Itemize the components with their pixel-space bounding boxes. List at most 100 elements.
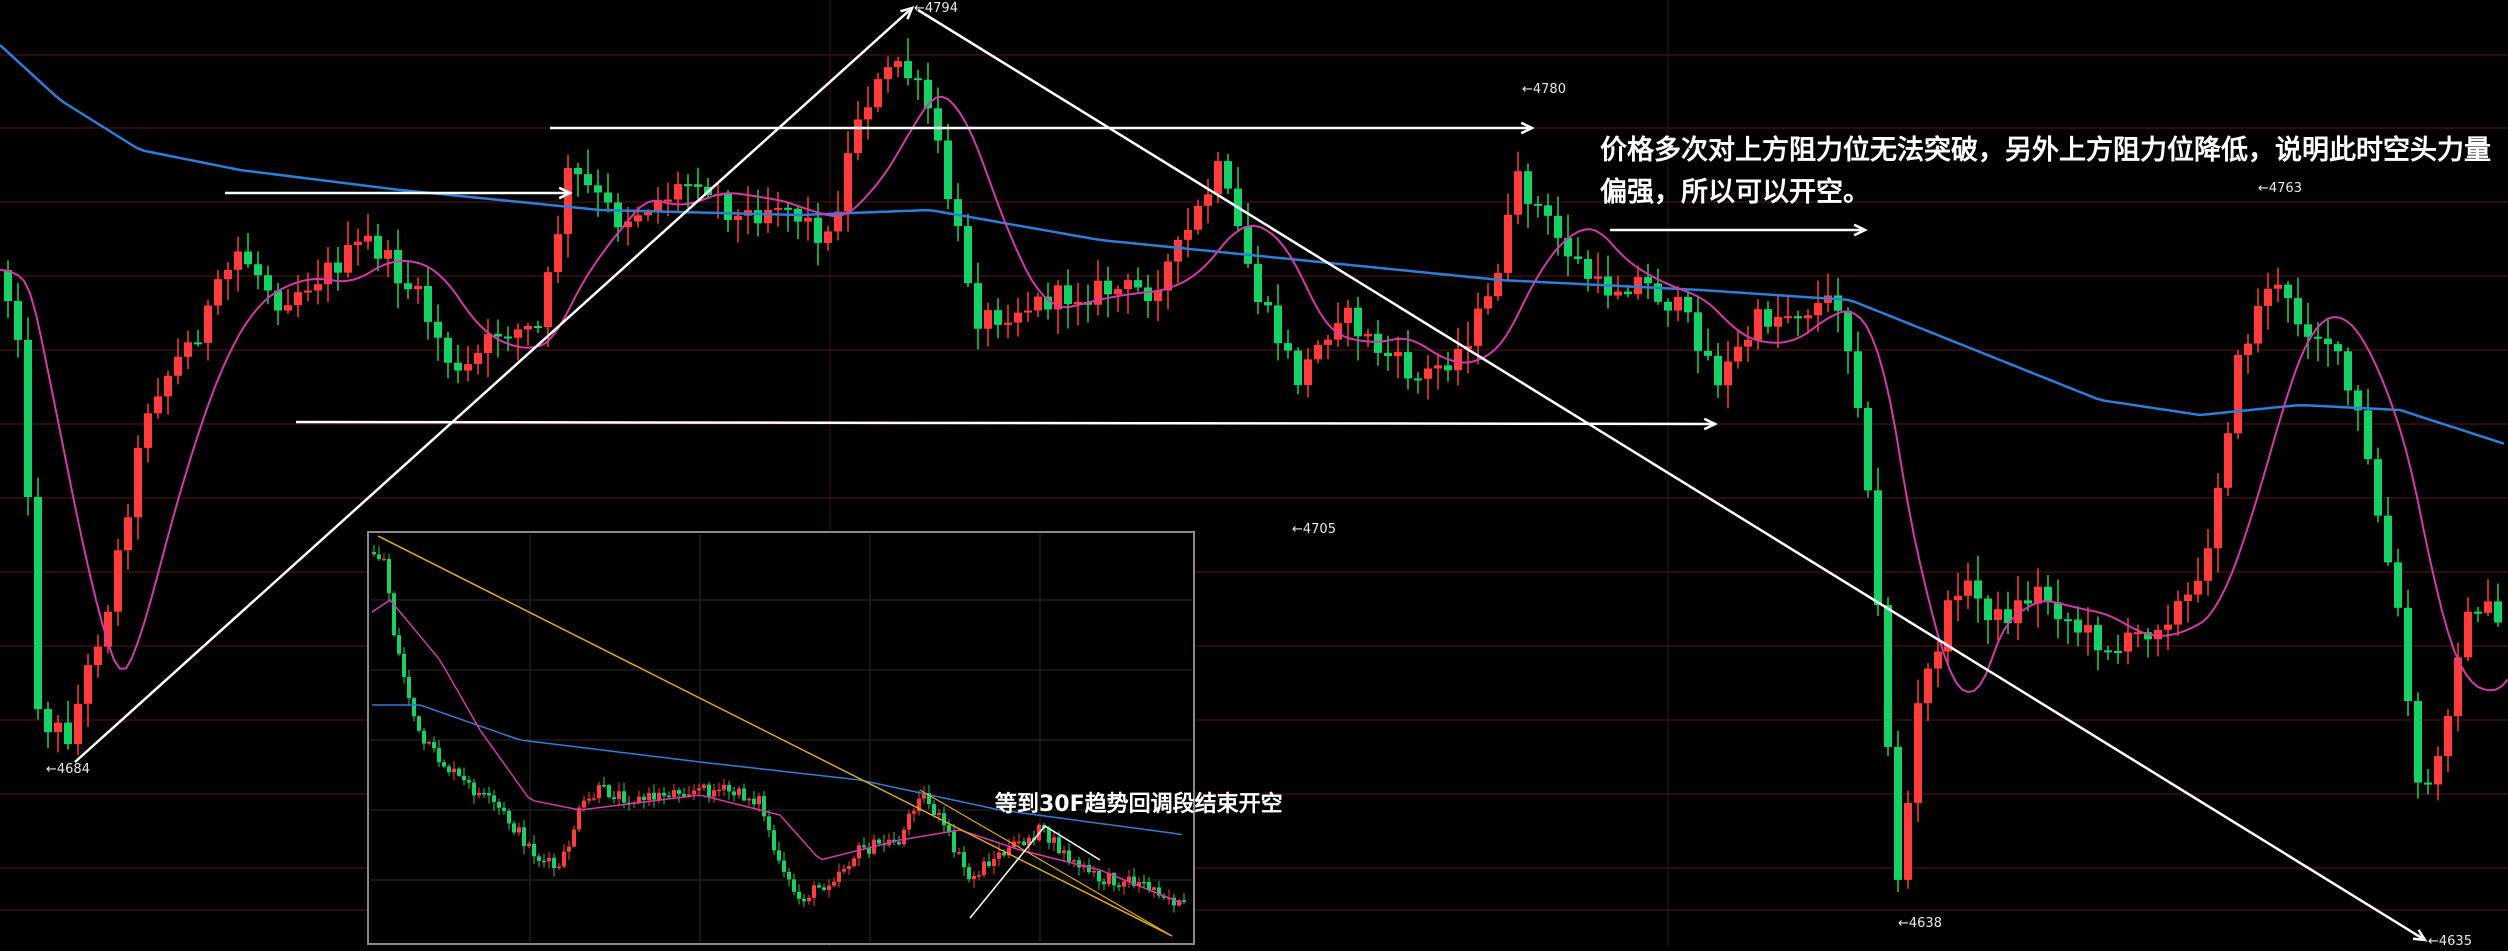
candle-down — [1574, 256, 1582, 259]
inset-candle-up — [672, 790, 676, 797]
candle-down — [444, 337, 452, 363]
candle-up — [74, 703, 82, 745]
inset-candle-down — [662, 792, 666, 796]
candle-up — [344, 244, 352, 273]
inset-candle-up — [1152, 887, 1156, 890]
inset-candle-down — [397, 635, 401, 654]
candle-down — [1684, 296, 1692, 313]
candle-up — [854, 119, 862, 154]
candle-up — [2164, 624, 2172, 630]
inset-candle-down — [372, 552, 376, 555]
inset-candle-up — [427, 742, 431, 744]
inset-candle-up — [982, 861, 986, 876]
candle-down — [1404, 352, 1412, 379]
candle-down — [244, 251, 252, 265]
candle-up — [874, 79, 882, 108]
candle-down — [2364, 410, 2372, 460]
candle-up — [1744, 339, 1752, 347]
candle-down — [64, 722, 72, 745]
candle-up — [1504, 214, 1512, 273]
candle-down — [1354, 307, 1362, 337]
candle-down — [2334, 344, 2342, 352]
candle-down — [694, 184, 702, 187]
inset-candle-down — [497, 802, 501, 808]
price-label-4794: ←4794 — [914, 1, 958, 16]
inset-candle-down — [727, 784, 731, 792]
inset-candle-down — [532, 843, 536, 857]
candle-down — [404, 283, 412, 290]
inset-candle-up — [907, 813, 911, 830]
inset-candle-up — [1122, 881, 1126, 887]
inset-candle-down — [942, 813, 946, 826]
inset-candle-up — [847, 865, 851, 869]
candle-up — [2204, 548, 2212, 581]
candle-down — [334, 262, 342, 273]
candle-down — [1524, 171, 1532, 204]
inset-candle-down — [417, 716, 421, 731]
candle-down — [2054, 602, 2062, 620]
candle-up — [1934, 651, 1942, 669]
candle-down — [994, 310, 1002, 325]
candle-up — [1914, 703, 1922, 803]
inset-candle-down — [507, 810, 511, 824]
candle-up — [634, 215, 642, 222]
candle-up — [174, 356, 182, 376]
inset-candle-up — [1072, 860, 1076, 862]
candle-up — [894, 61, 902, 68]
candle-up — [1114, 289, 1122, 295]
candle-up — [514, 329, 522, 338]
inset-candle-down — [817, 885, 821, 888]
inset-candle-up — [972, 875, 976, 880]
candle-down — [1984, 598, 1992, 621]
candle-up — [764, 209, 772, 224]
candle-down — [1264, 302, 1272, 306]
candle-down — [2294, 298, 2302, 325]
inset-candle-up — [592, 798, 596, 800]
candle-down — [2394, 562, 2402, 608]
inset-candle-down — [472, 782, 476, 796]
candle-up — [1014, 312, 1022, 323]
inset-candle-down — [767, 816, 771, 831]
inset-candle-down — [952, 831, 956, 853]
inset-candle-up — [637, 796, 641, 803]
candle-down — [504, 336, 512, 339]
candle-up — [2224, 433, 2232, 488]
candle-up — [1394, 352, 1402, 357]
inset-candle-down — [962, 852, 966, 868]
candle-down — [1974, 580, 1982, 599]
inset-candle-down — [512, 823, 516, 833]
inset-candle-up — [692, 790, 696, 795]
inset-candle-up — [597, 785, 601, 799]
candle-down — [454, 362, 462, 371]
inset-candle-down — [797, 891, 801, 899]
candle-up — [1194, 205, 1202, 230]
candle-up — [2184, 594, 2192, 602]
candle-down — [1894, 746, 1902, 880]
candle-up — [464, 364, 472, 371]
candle-up — [804, 217, 812, 222]
inset-candle-down — [482, 792, 486, 795]
candle-up — [864, 107, 872, 120]
inset-candle-up — [582, 800, 586, 808]
price-label-4684: ←4684 — [46, 762, 90, 777]
inset-candle-down — [457, 768, 461, 776]
inset-candle-down — [1117, 885, 1121, 887]
candle-down — [594, 185, 602, 193]
inset-candle-down — [502, 807, 506, 811]
candle-up — [1304, 359, 1312, 386]
candle-down — [1224, 161, 1232, 189]
candle-up — [1674, 296, 1682, 311]
candle-down — [784, 207, 792, 210]
candle-down — [1284, 343, 1292, 351]
candle-down — [14, 301, 22, 340]
inset-candle-down — [822, 887, 826, 891]
candle-down — [534, 325, 542, 328]
inset-candle-down — [1182, 900, 1186, 902]
candle-down — [1294, 350, 1302, 386]
inset-candle-down — [1142, 881, 1146, 884]
candle-up — [984, 310, 992, 329]
candle-down — [944, 140, 952, 200]
inset-candle-down — [542, 860, 546, 863]
inset-candle-down — [932, 804, 936, 815]
inset-candle-up — [937, 813, 941, 815]
